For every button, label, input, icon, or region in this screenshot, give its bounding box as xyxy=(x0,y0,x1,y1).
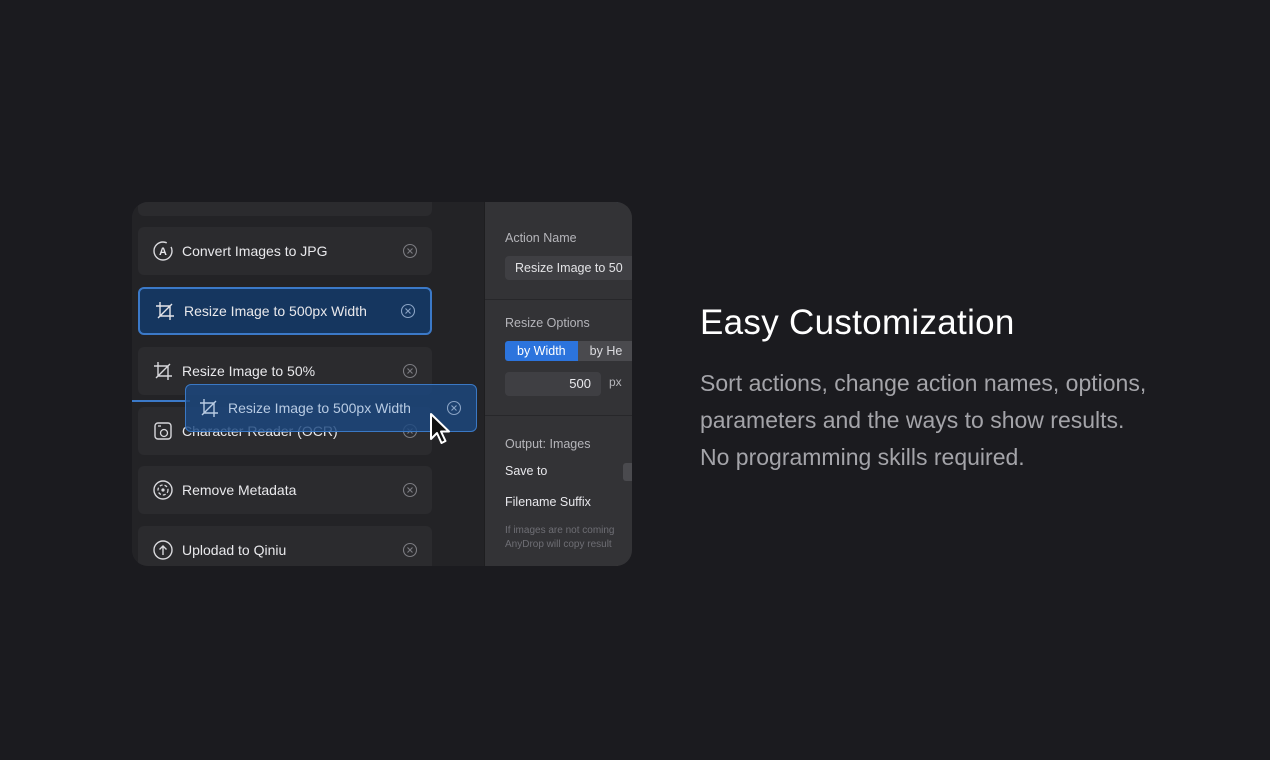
drop-indicator xyxy=(132,400,190,402)
unit-label: px xyxy=(609,375,622,389)
convert-jpg-icon: A xyxy=(152,240,174,262)
segment-by-height[interactable]: by He xyxy=(577,341,632,361)
action-card-remove-metadata[interactable]: Remove Metadata xyxy=(138,466,432,514)
remove-action-icon[interactable] xyxy=(402,542,418,558)
action-name-input[interactable]: Resize Image to 50 xyxy=(505,256,632,280)
remove-action-icon[interactable] xyxy=(402,243,418,259)
feature-description: Sort actions, change action names, optio… xyxy=(700,365,1230,476)
output-label: Output: Images xyxy=(505,437,591,451)
divider xyxy=(485,415,632,416)
help-note: If images are not coming AnyDrop will co… xyxy=(505,524,615,552)
action-label: Remove Metadata xyxy=(182,482,297,498)
feature-description-line: parameters and the ways to show results. xyxy=(700,407,1125,433)
resize-options-label: Resize Options xyxy=(505,316,590,330)
mouse-pointer-icon xyxy=(430,413,450,444)
action-name-label: Action Name xyxy=(505,231,577,245)
save-to-label: Save to xyxy=(505,464,548,478)
action-label: Resize Image to 500px Width xyxy=(184,303,367,319)
action-card-resize-500px[interactable]: Resize Image to 500px Width xyxy=(138,287,432,335)
save-to-popup[interactable] xyxy=(623,463,632,481)
feature-description-line: No programming skills required. xyxy=(700,444,1025,470)
segment-by-width[interactable]: by Width xyxy=(505,341,578,361)
feature-title: Easy Customization xyxy=(700,303,1015,342)
help-note-line: If images are not coming xyxy=(505,525,615,536)
filename-suffix-label: Filename Suffix xyxy=(505,495,591,509)
remove-action-icon[interactable] xyxy=(402,482,418,498)
action-label: Uplodad to Qiniu xyxy=(182,542,287,558)
upload-icon xyxy=(152,539,174,561)
app-screenshot: A Convert Images to JPG Resize Image to … xyxy=(132,202,632,566)
width-value-input[interactable]: 500 xyxy=(505,372,601,396)
action-card-upload-qiniu[interactable]: Uplodad to Qiniu xyxy=(138,526,432,566)
remove-action-icon[interactable] xyxy=(400,303,416,319)
remove-action-icon[interactable] xyxy=(402,363,418,379)
help-note-line: AnyDrop will copy result xyxy=(505,539,612,550)
action-label: Resize Image to 50% xyxy=(182,363,316,379)
action-card-convert-jpg[interactable]: A Convert Images to JPG xyxy=(138,227,432,275)
crop-icon xyxy=(152,360,174,382)
crop-icon xyxy=(154,300,176,322)
divider xyxy=(485,299,632,300)
resize-mode-segmented-control: by Width by He xyxy=(505,341,632,361)
action-label: Convert Images to JPG xyxy=(182,243,328,259)
settings-pane: Action Name Resize Image to 50 Resize Op… xyxy=(484,202,632,566)
svg-text:A: A xyxy=(159,246,167,258)
metadata-icon xyxy=(152,479,174,501)
ocr-icon xyxy=(152,420,174,442)
feature-description-line: Sort actions, change action names, optio… xyxy=(700,370,1147,396)
crop-icon xyxy=(198,397,220,419)
list-item[interactable] xyxy=(138,202,432,216)
action-label: Resize Image to 500px Width xyxy=(228,400,411,416)
